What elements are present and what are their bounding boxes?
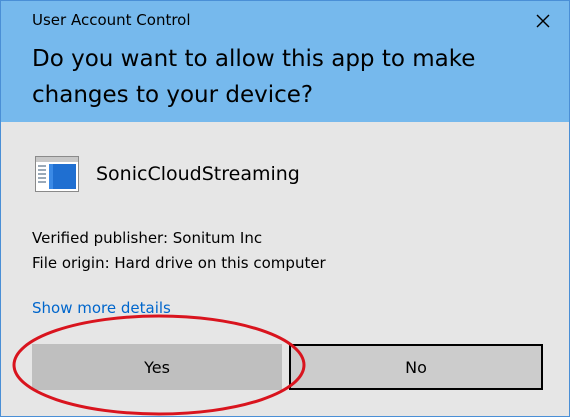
prompt-question: Do you want to allow this app to make ch… (32, 46, 476, 108)
publisher-text: Verified publisher: Sonitum Inc (32, 229, 263, 247)
close-icon (536, 14, 550, 28)
origin-text: File origin: Hard drive on this computer (32, 254, 326, 272)
close-button[interactable] (531, 9, 555, 33)
app-name: SonicCloudStreaming (96, 163, 300, 185)
yes-button[interactable]: Yes (32, 344, 282, 390)
window-title: User Account Control (32, 11, 191, 29)
app-info: SonicCloudStreaming (35, 154, 300, 194)
no-button-label: No (405, 357, 427, 377)
uac-dialog: User Account Control Do you want to allo… (0, 0, 570, 417)
app-details: Verified publisher: Sonitum Inc File ori… (32, 226, 326, 276)
yes-button-label: Yes (144, 357, 170, 377)
dialog-header: User Account Control Do you want to allo… (1, 1, 569, 122)
no-button[interactable]: No (289, 344, 543, 390)
app-window-icon (35, 156, 79, 192)
show-more-details-link[interactable]: Show more details (32, 299, 171, 317)
